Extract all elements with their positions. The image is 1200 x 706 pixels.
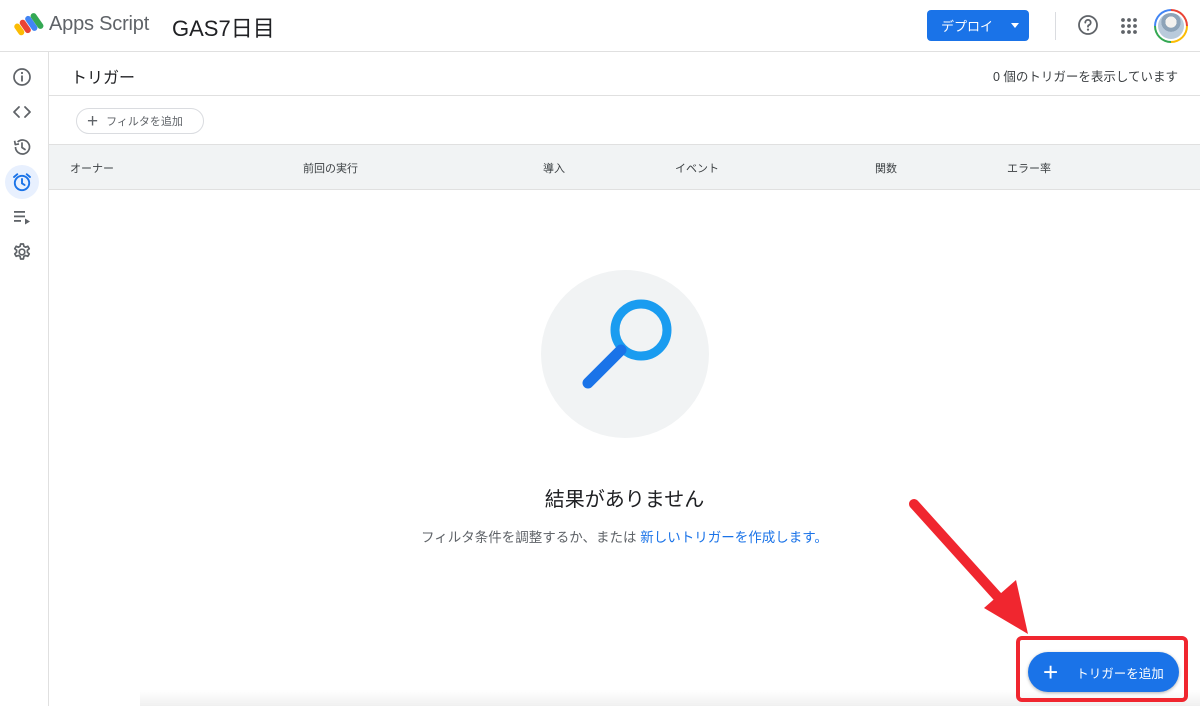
column-header-last-run[interactable]: 前回の実行 [303, 160, 358, 176]
empty-state-illustration [541, 270, 709, 438]
sidebar-item-triggers[interactable] [5, 165, 39, 199]
column-header-error-rate[interactable]: エラー率 [1007, 160, 1051, 176]
add-trigger-button[interactable]: + トリガーを追加 [1028, 652, 1179, 692]
page-title: トリガー [71, 70, 136, 87]
search-icon [582, 299, 672, 389]
sidebar-item-executions[interactable] [5, 200, 39, 234]
header-divider [1055, 12, 1056, 40]
add-filter-button[interactable]: + フィルタを追加 [76, 108, 204, 134]
column-header-deployment[interactable]: 導入 [543, 160, 565, 176]
project-title[interactable]: GAS7日目 [172, 11, 275, 43]
deploy-button[interactable]: デプロイ [927, 10, 1029, 41]
plus-icon: + [87, 110, 99, 132]
code-icon [13, 106, 31, 118]
trigger-count: 0 個のトリガーを表示しています [992, 70, 1178, 84]
add-trigger-label: トリガーを追加 [1076, 666, 1164, 681]
column-header-event[interactable]: イベント [675, 160, 719, 176]
avatar[interactable] [1154, 9, 1188, 43]
list-play-icon [14, 211, 30, 225]
sidebar-item-overview[interactable] [5, 60, 39, 94]
sidebar-item-settings[interactable] [5, 235, 39, 269]
sidebar-item-editor[interactable] [5, 95, 39, 129]
app-name: Apps Script [49, 13, 150, 35]
apps-script-logo[interactable] [14, 11, 44, 37]
add-filter-label: フィルタを追加 [106, 116, 183, 128]
alarm-icon [13, 173, 31, 192]
sidebar [0, 52, 49, 706]
chevron-down-icon [1011, 23, 1019, 28]
empty-state-text: フィルタ条件を調整するか、または [421, 530, 637, 545]
deploy-button-label: デプロイ [941, 19, 994, 34]
info-icon [13, 68, 31, 86]
gear-icon [13, 243, 31, 260]
sidebar-item-history[interactable] [5, 130, 39, 164]
apps-grid-icon[interactable] [1119, 16, 1139, 36]
plus-icon: + [1043, 657, 1059, 687]
column-header-function[interactable]: 関数 [875, 160, 897, 176]
avatar-image [1158, 13, 1184, 39]
divider [49, 95, 1200, 96]
column-header-owner[interactable]: オーナー [70, 160, 114, 176]
help-icon[interactable] [1077, 14, 1099, 36]
table-header: オーナー 前回の実行 導入 イベント 関数 エラー率 [49, 144, 1200, 190]
history-icon [13, 139, 31, 155]
create-trigger-link[interactable]: 新しいトリガーを作成します。 [640, 530, 828, 545]
top-bar: Apps Script GAS7日目 デプロイ [0, 0, 1200, 52]
annotation-arrow [909, 499, 1028, 634]
